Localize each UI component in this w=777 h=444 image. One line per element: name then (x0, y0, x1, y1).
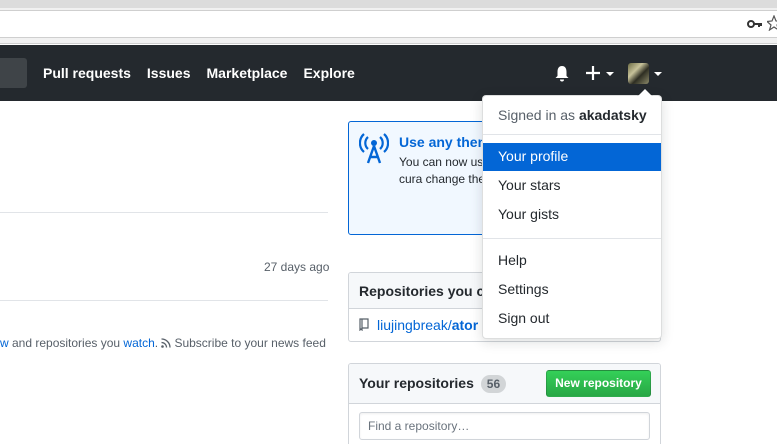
your-repos-header: Your repositories 56 New repository (349, 364, 660, 404)
menu-divider (483, 134, 661, 135)
watch-link[interactable]: watch (123, 336, 154, 350)
menu-item-your-gists[interactable]: Your gists (483, 201, 661, 229)
broadcast-icon (359, 133, 389, 164)
menu-item-your-profile[interactable]: Your profile (483, 143, 661, 171)
signed-in-label: Signed in as (498, 107, 579, 123)
menu-item-settings[interactable]: Settings (483, 276, 661, 304)
key-icon[interactable] (747, 17, 763, 31)
address-bar[interactable] (0, 10, 777, 38)
nav-marketplace[interactable]: Marketplace (207, 65, 288, 81)
signed-in-as: Signed in as akadatsky (483, 96, 661, 134)
rss-icon (161, 338, 172, 348)
nav-issues[interactable]: Issues (147, 65, 191, 81)
repo-name[interactable]: ator (452, 317, 478, 333)
menu-item-sign-out[interactable]: Sign out (483, 305, 661, 333)
search-input[interactable] (0, 58, 27, 88)
main-nav: Pull requests Issues Marketplace Explore (43, 45, 371, 101)
feed-timestamp: 27 days ago (264, 260, 330, 274)
follow-link[interactable]: w (0, 336, 9, 350)
menu-item-your-stars[interactable]: Your stars (483, 172, 661, 200)
github-header: Pull requests Issues Marketplace Explore (0, 45, 777, 101)
your-repos-title: Your repositories 56 (359, 375, 507, 393)
plus-icon[interactable] (586, 65, 616, 81)
browser-tab-strip (0, 0, 777, 8)
username: akadatsky (578, 107, 647, 123)
bell-icon[interactable] (554, 65, 570, 82)
promo-title[interactable]: Use any them (399, 134, 490, 150)
subscribe-link[interactable]: Subscribe to your news feed (174, 336, 325, 350)
browser-toolbar (0, 0, 777, 44)
repo-owner[interactable]: liujingbreak/ (377, 317, 452, 333)
your-repos-label: Your repositories (359, 375, 474, 391)
your-repos-box: Your repositories 56 New repository (348, 363, 661, 444)
feed-text-dot: . (154, 336, 159, 350)
nav-pull-requests[interactable]: Pull requests (43, 65, 131, 81)
user-dropdown-menu: Signed in as akadatsky Your profile Your… (482, 88, 662, 339)
chevron-down-icon (654, 72, 662, 76)
feed-text: and repositories you (8, 336, 124, 350)
feed-divider (0, 212, 328, 213)
repo-icon (359, 318, 369, 331)
new-repository-button[interactable]: New repository (546, 370, 651, 397)
menu-divider (483, 238, 661, 239)
star-icon[interactable] (767, 15, 777, 31)
nav-explore[interactable]: Explore (303, 65, 354, 81)
feed-subscribe-line: w and repositories you watch. Subscribe … (0, 336, 326, 350)
repo-count-badge: 56 (480, 375, 507, 393)
menu-item-help[interactable]: Help (483, 247, 661, 275)
feed-divider (0, 300, 328, 301)
find-repository-input[interactable] (359, 412, 650, 440)
